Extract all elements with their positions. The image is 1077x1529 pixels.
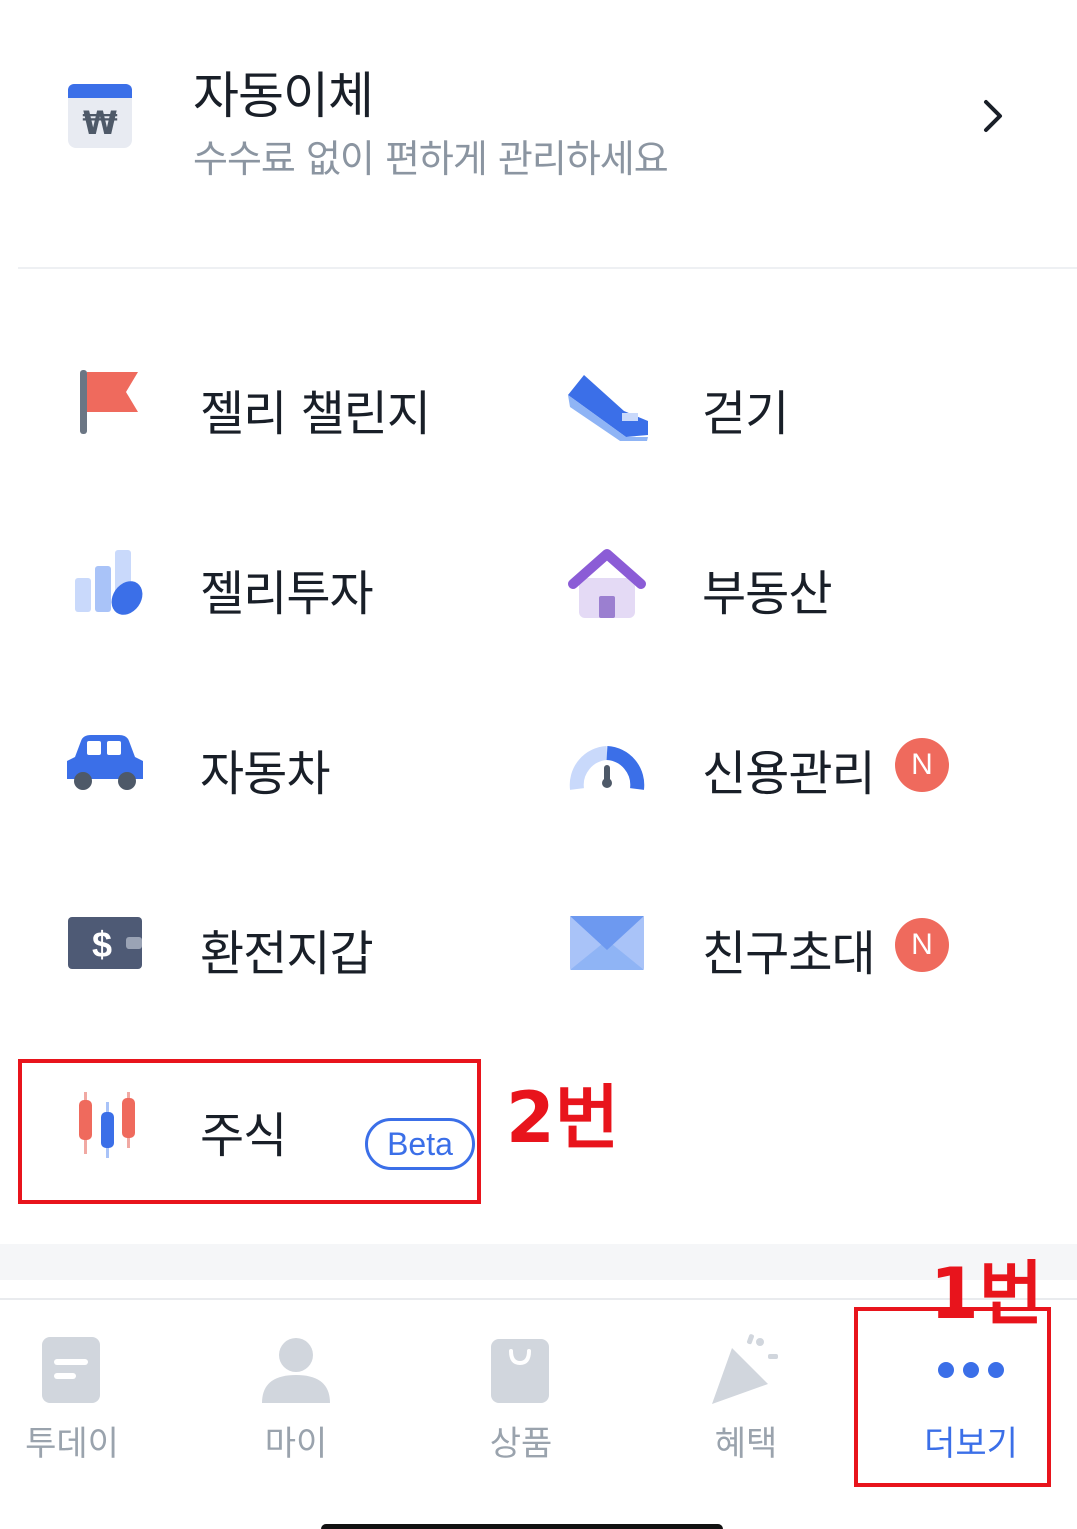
chevron-right-icon <box>978 98 1008 138</box>
menu-label: 환전지갑 <box>200 926 374 982</box>
svg-text:₩: ₩ <box>82 104 117 142</box>
tab-label: 혜택 <box>714 1424 778 1464</box>
tabbar-divider <box>0 1298 1077 1300</box>
menu-item-car[interactable]: 자동차 <box>60 718 500 838</box>
won-calendar-icon: ₩ <box>68 84 132 154</box>
menu-item-walking[interactable]: 걷기 <box>562 358 1002 478</box>
home-indicator <box>321 1524 723 1529</box>
shopping-bag-icon <box>431 1330 611 1410</box>
menu-label: 친구초대 <box>702 926 876 982</box>
menu-item-jelly-challenge[interactable]: 젤리 챌린지 <box>60 358 500 478</box>
new-badge: N <box>895 918 949 972</box>
annotation-box-stocks <box>18 1059 481 1204</box>
annotation-label-2: 2번 <box>506 1077 620 1159</box>
svg-text:$: $ <box>92 924 112 965</box>
tab-label: 상품 <box>489 1424 553 1464</box>
tab-benefits[interactable]: 혜택 <box>656 1330 836 1470</box>
person-icon <box>206 1330 386 1410</box>
party-popper-icon <box>656 1330 836 1410</box>
tab-my[interactable]: 마이 <box>206 1330 386 1470</box>
menu-item-real-estate[interactable]: 부동산 <box>562 538 1002 658</box>
dollar-wallet-icon: $ <box>60 898 150 988</box>
auto-transfer-subtitle: 수수료 없이 편하게 관리하세요 <box>193 137 669 181</box>
car-icon <box>60 718 150 808</box>
menu-label: 부동산 <box>702 566 832 622</box>
jelly-chart-icon <box>60 538 150 628</box>
section-divider <box>18 267 1077 269</box>
menu-label: 신용관리 <box>702 746 876 802</box>
auto-transfer-title: 자동이체 <box>193 67 374 125</box>
menu-item-jelly-invest[interactable]: 젤리투자 <box>60 538 500 658</box>
auto-transfer-row[interactable]: ₩ 자동이체 수수료 없이 편하게 관리하세요 <box>0 0 1077 230</box>
menu-item-fx-wallet[interactable]: $ 환전지갑 <box>60 898 500 1018</box>
tab-today[interactable]: 투데이 <box>0 1330 162 1470</box>
new-badge: N <box>895 738 949 792</box>
tab-label: 투데이 <box>25 1424 119 1464</box>
menu-item-invite-friends[interactable]: 친구초대 N <box>562 898 1002 1018</box>
menu-label: 자동차 <box>200 746 330 802</box>
house-icon <box>562 538 652 628</box>
today-icon <box>0 1330 162 1410</box>
sneaker-icon <box>562 358 652 448</box>
flag-icon <box>60 358 150 448</box>
tab-products[interactable]: 상품 <box>431 1330 611 1470</box>
section-gap <box>0 1244 1077 1280</box>
gauge-icon <box>562 718 652 808</box>
annotation-label-1: 1번 <box>930 1253 1044 1335</box>
menu-label: 걷기 <box>702 386 789 442</box>
envelope-icon <box>562 898 652 988</box>
menu-label: 젤리투자 <box>200 566 374 622</box>
menu-item-credit[interactable]: 신용관리 N <box>562 718 1002 838</box>
tab-label: 마이 <box>264 1424 328 1464</box>
menu-label: 젤리 챌린지 <box>200 386 431 442</box>
